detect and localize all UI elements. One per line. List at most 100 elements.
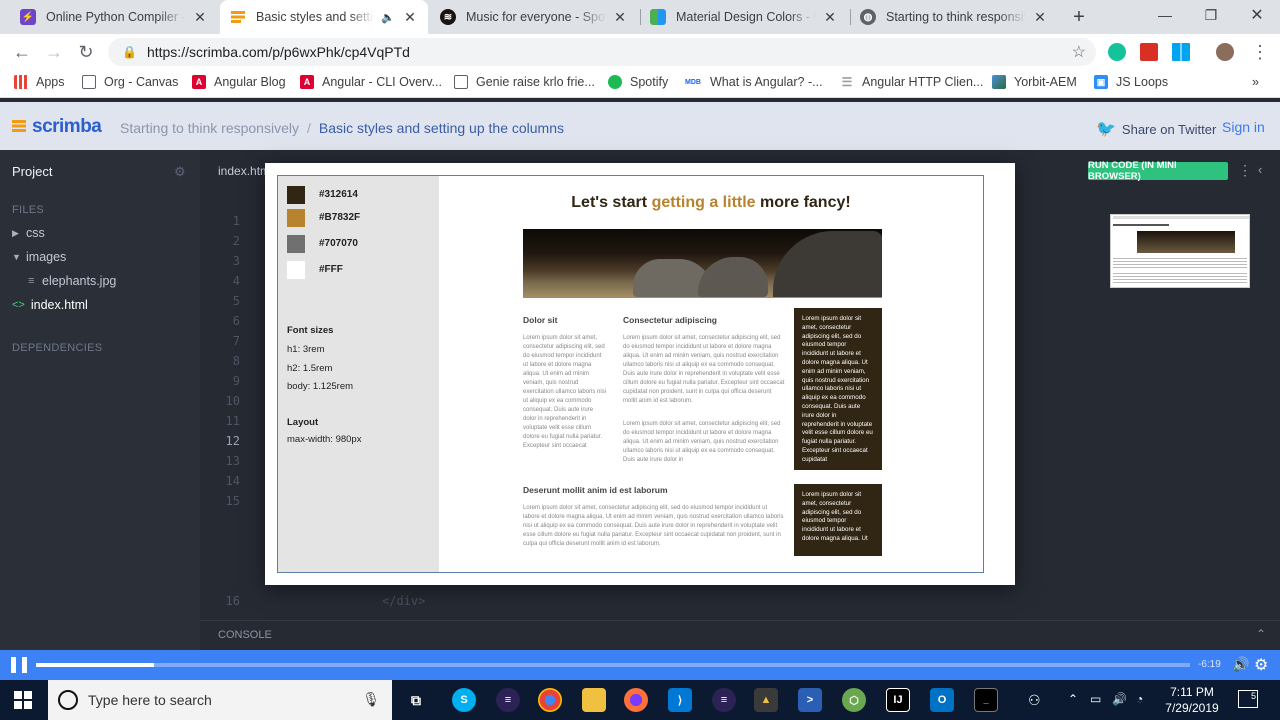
speaker-icon[interactable]: 🔊 xyxy=(1112,692,1127,706)
share-twitter-button[interactable]: 🐦 Share on Twitter xyxy=(1096,119,1216,139)
bookmark-star-icon[interactable]: ☆ xyxy=(1072,42,1086,62)
close-tab-icon[interactable]: ✕ xyxy=(1032,9,1048,26)
speaker-icon[interactable]: 🔈 xyxy=(380,11,396,24)
breadcrumb-lesson[interactable]: Basic styles and setting up the columns xyxy=(319,120,564,136)
progress-track[interactable] xyxy=(36,663,1190,667)
file-explorer-icon[interactable] xyxy=(582,688,606,712)
notification-center-icon[interactable]: 5 xyxy=(1238,690,1258,708)
outlook-icon[interactable]: O xyxy=(930,688,954,712)
close-window-icon[interactable]: ✕ xyxy=(1234,0,1280,30)
microphone-icon[interactable]: 🎙 xyxy=(362,691,380,708)
android-icon[interactable]: ▲ xyxy=(754,688,778,712)
tab-title: Basic styles and setting xyxy=(256,10,374,24)
color-label: #B7832F xyxy=(319,212,361,223)
bookmark-item[interactable]: ☰ Angular HTTP Clien... xyxy=(840,75,984,89)
powershell-icon[interactable]: > xyxy=(798,688,822,712)
color-label: #FFF xyxy=(319,264,343,275)
back-arrow-icon[interactable]: ← xyxy=(10,40,34,64)
progress-fill xyxy=(36,663,154,667)
browser-tab[interactable]: ≋ Music for everyone - Spotif ✕ xyxy=(430,0,638,34)
bookmarks-overflow-button[interactable]: » xyxy=(1252,75,1259,89)
pause-button[interactable] xyxy=(11,657,27,673)
minimize-icon[interactable]: — xyxy=(1142,0,1188,30)
line-number: 10 xyxy=(225,394,240,408)
chevron-up-icon[interactable]: ⌃ xyxy=(1068,692,1078,706)
more-options-icon[interactable]: ⋮ xyxy=(1238,162,1252,179)
bookmark-item[interactable]: Org - Canvas xyxy=(82,75,178,89)
run-code-button[interactable]: RUN CODE (IN MINI BROWSER) xyxy=(1088,160,1228,182)
restore-icon[interactable]: ❐ xyxy=(1188,0,1234,30)
skype-icon[interactable]: S xyxy=(452,688,476,712)
bookmark-label: Yorbit-AEM xyxy=(1014,75,1077,89)
terminal-icon[interactable]: _ xyxy=(974,688,998,712)
pdf-extension-icon[interactable] xyxy=(1140,43,1158,61)
preview-main: Let's start getting a little more fancy!… xyxy=(439,176,983,572)
windows-taskbar: Type here to search 🎙 ⧉ S ≡ ⟩ ≡ ▲ > ⬡ IJ… xyxy=(0,680,1280,720)
console-panel[interactable]: CONSOLE ⌃ xyxy=(200,620,1280,650)
bookmark-item[interactable]: A Angular Blog xyxy=(192,75,286,89)
grammarly-extension-icon[interactable] xyxy=(1108,43,1126,61)
settings-gear-icon[interactable]: ⚙ xyxy=(1254,655,1268,675)
intellij-icon[interactable]: IJ xyxy=(886,688,910,712)
eclipse-icon[interactable]: ≡ xyxy=(496,688,520,712)
file-elephants-jpg[interactable]: ≡ elephants.jpg xyxy=(28,274,116,288)
task-view-icon[interactable]: ⧉ xyxy=(404,688,428,712)
scrimba-logo[interactable]: scrimba xyxy=(12,116,102,138)
eclipse-icon[interactable]: ≡ xyxy=(712,688,736,712)
bookmark-apps[interactable]: Apps xyxy=(14,75,65,89)
forward-arrow-icon[interactable]: → xyxy=(42,40,66,64)
chrome-icon[interactable] xyxy=(538,688,562,712)
breadcrumb-separator: / xyxy=(306,120,311,136)
breadcrumb-course[interactable]: Starting to think responsively xyxy=(120,120,299,136)
replit-favicon-icon: ⚡ xyxy=(20,9,36,25)
volume-icon[interactable]: 🔊 xyxy=(1232,656,1249,673)
chevron-left-icon[interactable]: ‹ xyxy=(1258,162,1262,177)
bookmark-item[interactable]: A Angular - CLI Overv... xyxy=(300,75,442,89)
file-index-html[interactable]: <> index.html xyxy=(12,298,88,312)
file-label: index.html xyxy=(30,298,88,312)
gear-icon[interactable]: ⚙ xyxy=(174,164,186,180)
taskbar-clock[interactable]: 7:11 PM 7/29/2019 xyxy=(1160,684,1224,716)
chrome-menu-icon[interactable]: ⋮ xyxy=(1248,40,1272,64)
wifi-icon[interactable]: ◔ xyxy=(1136,692,1143,706)
close-tab-icon[interactable]: ✕ xyxy=(822,9,838,26)
battery-icon[interactable]: ▭ xyxy=(1090,692,1101,706)
folder-css[interactable]: ▶ css xyxy=(12,226,45,240)
browser-tab[interactable]: Material Design Colors - M ✕ xyxy=(640,0,848,34)
windows-start-icon[interactable] xyxy=(14,691,32,709)
reload-icon[interactable]: ↻ xyxy=(74,40,98,64)
taskbar-search-box[interactable]: Type here to search 🎙 xyxy=(48,680,392,720)
chevron-up-icon[interactable]: ⌃ xyxy=(1256,627,1266,641)
browser-tab-active[interactable]: Basic styles and setting 🔈 ✕ xyxy=(220,0,428,34)
bookmark-item[interactable]: Genie raise krlo frie... xyxy=(454,75,595,89)
code-line[interactable]: </div> xyxy=(382,594,425,608)
close-tab-icon[interactable]: ✕ xyxy=(612,9,628,26)
page-title: Let's start getting a little more fancy! xyxy=(439,194,983,212)
close-tab-icon[interactable]: ✕ xyxy=(402,9,418,26)
people-icon[interactable]: ⚇ xyxy=(1028,692,1041,709)
bookmark-item[interactable]: Yorbit-AEM xyxy=(992,75,1077,89)
node-icon[interactable]: ⬡ xyxy=(842,688,866,712)
project-title: Project xyxy=(12,164,53,179)
browser-tab[interactable]: ⚡ Online Python Compiler - o ✕ xyxy=(10,0,218,34)
browser-tab[interactable]: ◍ Starting to think responsive ✕ xyxy=(850,0,1058,34)
windows-extension-icon[interactable] xyxy=(1172,43,1190,61)
cortana-icon xyxy=(58,690,78,710)
new-tab-button[interactable]: + xyxy=(1064,0,1094,34)
chevron-down-icon: ▼ xyxy=(12,252,21,262)
mini-browser-preview[interactable] xyxy=(1110,214,1250,288)
folder-images[interactable]: ▼ images xyxy=(12,250,66,264)
bookmark-item[interactable]: MDB What is Angular? -... xyxy=(684,75,823,89)
vscode-icon[interactable]: ⟩ xyxy=(668,688,692,712)
firefox-icon[interactable] xyxy=(624,688,648,712)
column-text: Lorem ipsum dolor sit amet, consectetur … xyxy=(523,335,607,449)
address-bar[interactable]: 🔒 https://scrimba.com/p/p6wxPhk/cp4VqPTd… xyxy=(108,38,1096,66)
notification-count: 5 xyxy=(1250,691,1256,701)
close-tab-icon[interactable]: ✕ xyxy=(192,9,208,26)
sign-in-link[interactable]: Sign in xyxy=(1222,119,1265,135)
bookmark-item[interactable]: Spotify xyxy=(608,75,668,89)
profile-avatar[interactable] xyxy=(1216,43,1234,61)
bookmark-item[interactable]: ▣ JS Loops xyxy=(1094,75,1168,89)
material-favicon-icon xyxy=(650,9,666,25)
folder-label: images xyxy=(26,250,67,264)
